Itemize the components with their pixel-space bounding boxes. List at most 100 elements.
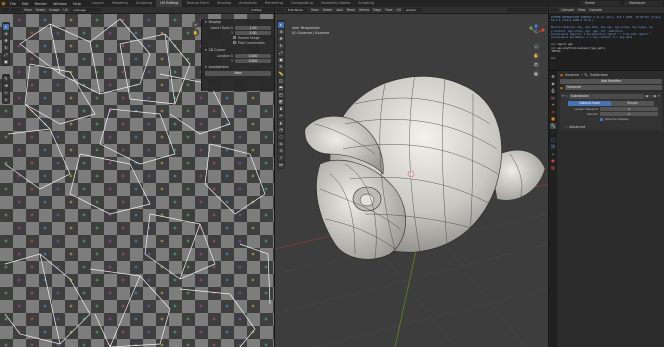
levels-viewport-field[interactable]: 1 [600,107,658,112]
workspace-tab-sculpting[interactable]: Sculpting [132,0,156,7]
add-modifier-button[interactable]: Add Modifier [560,78,662,84]
grab-tool-icon[interactable]: ☚ [3,82,9,89]
annotate-tool-icon[interactable]: ✎ [278,63,284,70]
shrink-tool-icon[interactable]: ⊙ [278,147,284,154]
select-tool-icon[interactable]: ▸ [3,23,9,30]
editmode-toggle-icon[interactable]: ▣ [646,94,649,98]
optimal-display-row[interactable]: Optimal Display [560,117,662,122]
annotations-section-header[interactable]: ▾ Annotations [202,64,274,70]
shear-tool-icon[interactable]: ⫽ [278,154,284,161]
uv-menu-select[interactable]: Select [34,8,48,12]
physics-tab-icon[interactable]: ◯ [550,137,556,143]
scale-tool-icon[interactable]: ⤢ [3,51,9,58]
camera-view-icon[interactable]: ⎚ [532,61,540,68]
axis-gizmo-icon[interactable] [527,24,545,42]
zoom-icon[interactable]: ⌕ [192,21,199,28]
viewport-menu-mesh[interactable]: Mesh [345,8,357,12]
rotate-tool-icon[interactable]: ↻ [278,42,284,49]
object-name-field[interactable]: Suzanne [565,85,662,91]
scene-selector[interactable]: Scene [580,1,620,6]
mode-selector[interactable]: Edit Mode [286,8,308,12]
modifier-name-field[interactable]: Subdivision [568,93,644,99]
loop-cut-tool-icon[interactable]: ⧈ [278,105,284,112]
image-selector[interactable]: uvimage [70,8,101,12]
viewport-menu-view[interactable]: View [309,8,321,12]
editor-type-button[interactable] [550,8,558,12]
inset-tool-icon[interactable]: ◰ [278,91,284,98]
viewport-menu-add[interactable]: Add [334,8,344,12]
cursor-x-field[interactable]: 0.000 [235,53,271,58]
zoom-icon[interactable]: ⌕ [532,43,540,50]
uv-menu-view[interactable]: View [22,8,34,12]
uv-menu-image[interactable]: Image [47,8,61,12]
pan-icon[interactable]: ✋ [532,52,540,59]
workspace-tab-uv-editing[interactable]: UV Editing [156,0,183,7]
chevron-down-icon[interactable]: ▾ [562,94,564,98]
world-tab-icon[interactable]: ◍ [550,109,556,115]
relax-tool-icon[interactable]: ≈ [3,89,9,96]
rotate-tool-icon[interactable]: ↻ [3,44,9,51]
shading-buttons[interactable] [507,8,547,12]
workspace-tab-geometry-nodes[interactable]: Geometry Nodes [317,0,355,7]
select-box-tool-icon[interactable]: ▸ [278,21,284,28]
transform-tool-icon[interactable]: ▣ [278,56,284,63]
perspective-toggle-icon[interactable]: ▦ [532,70,540,77]
menu-help[interactable]: Help [70,2,84,6]
cursor-y-field[interactable]: 0.000 [235,58,271,63]
render-toggle-icon[interactable]: ◉ [654,94,657,98]
edge-slide-tool-icon[interactable]: ⇋ [278,140,284,147]
scene-tab-icon[interactable]: ✦ [550,102,556,108]
bevel-tool-icon[interactable]: ◩ [278,98,284,105]
uvmap-selector[interactable]: UVMap [249,8,273,12]
console-menu-2[interactable]: Console [587,8,604,12]
view-layer-tab-icon[interactable]: ▤ [550,95,556,101]
optimal-display-checkbox[interactable] [600,117,603,121]
workspace-tab-texture-paint[interactable]: Texture Paint [182,0,213,7]
advanced-section-header[interactable]: › Advanced [560,124,662,130]
close-icon[interactable]: ✕ [657,94,660,98]
workspace-tab-shading[interactable]: Shading [213,0,235,7]
orientation-selector[interactable]: Global [404,8,423,12]
simple-button[interactable]: Simple [611,100,654,106]
menu-edit[interactable]: Edit [19,2,32,6]
editor-type-button[interactable] [276,8,284,12]
3d-viewport[interactable]: User Perspective (0) Suzanne | Suzanne ▸… [275,14,548,347]
aspect-y-field[interactable]: 1.00 [235,30,271,35]
rip-tool-icon[interactable]: ⋈ [278,161,284,168]
material-tab-icon[interactable]: ● [550,158,556,164]
pixel-coords-checkbox[interactable] [233,41,236,44]
move-tool-icon[interactable]: ✥ [3,37,9,44]
uv-menu-uv[interactable]: UV [61,8,70,12]
add-cube-tool-icon[interactable]: ◫ [278,77,284,84]
annotate-tool-icon[interactable]: ✎ [3,75,9,82]
viewport-menu-select[interactable]: Select [321,8,335,12]
viewport-toggle-icon[interactable]: ▢ [650,94,653,98]
menu-file[interactable]: File [7,2,19,6]
move-tool-icon[interactable]: ✥ [278,35,284,42]
uv-sync-toggle[interactable] [11,8,21,12]
cursor-tool-icon[interactable]: ⊕ [3,30,9,37]
extrude-tool-icon[interactable]: ⬒ [278,84,284,91]
transform-tool-icon[interactable]: ▣ [3,58,9,65]
editor-type-button[interactable] [1,8,9,12]
python-console[interactable]: PYTHON INTERACTIVE CONSOLE 3.11.11 (main… [549,14,664,70]
smooth-tool-icon[interactable]: ◌ [278,133,284,140]
tool-tab-icon[interactable]: ⚙ [550,74,556,80]
cursor-tool-icon[interactable]: ⊕ [278,28,284,35]
new-annotation-button[interactable]: New [205,71,271,76]
viewport-menu-vertex[interactable]: Vertex [357,8,371,12]
viewport-menu-uv[interactable]: UV [395,8,404,12]
knife-tool-icon[interactable]: ✂ [278,112,284,119]
pinch-tool-icon[interactable]: ⟡ [3,96,9,103]
workspace-tab-modeling[interactable]: Modeling [108,0,132,7]
workspace-tab-rendering[interactable]: Rendering [261,0,287,7]
workspace-tab-layout[interactable]: Layout [88,0,108,7]
workspace-tab-compositing[interactable]: Compositing [287,0,317,7]
blender-logo-icon[interactable]: ◉ [0,0,7,7]
particles-tab-icon[interactable]: ∴ [550,130,556,136]
menu-window[interactable]: Window [50,2,70,6]
view-layer-selector[interactable]: ViewLayer [624,1,662,6]
viewport-menu-edge[interactable]: Edge [371,8,383,12]
menu-render[interactable]: Render [32,2,50,6]
pan-icon[interactable]: ✋ [192,29,199,36]
